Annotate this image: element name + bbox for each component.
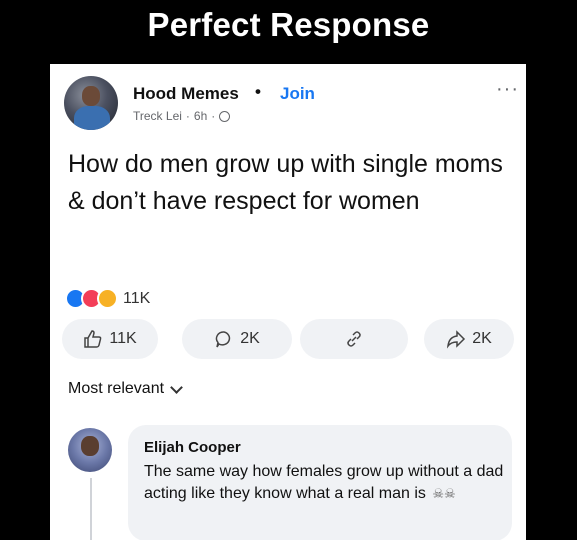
header-separator: • [255,82,261,101]
group-avatar[interactable] [64,76,118,130]
share-button[interactable]: 2K [424,319,514,359]
action-bar: 11K 2K 2K [62,319,514,359]
avatar-face [82,86,100,106]
comment-button[interactable]: 2K [182,319,292,359]
comment-bubble: Elijah Cooper The same way how females g… [128,425,512,540]
thread-line [90,478,92,540]
comment-sort-dropdown[interactable]: Most relevant [68,380,183,398]
comment-count: 2K [240,330,260,347]
commenter-avatar[interactable] [68,428,112,472]
thumbs-up-icon [84,330,102,348]
comment-text: The same way how females grow up without… [144,461,504,505]
chevron-down-icon [170,380,183,394]
meta-separator: · [185,109,190,123]
meme-title: Perfect Response [147,6,430,43]
post-time[interactable]: 6h [194,109,207,123]
link-icon [347,331,361,347]
avatar-shirt [74,106,110,130]
haha-reaction-icon [97,288,118,309]
comment-icon [215,331,231,348]
copy-link-button[interactable] [300,319,408,359]
share-count: 2K [472,330,492,347]
post-meta: Treck Lei · 6h · [133,109,231,123]
like-button[interactable]: 11K [62,319,158,359]
meta-separator: · [211,109,216,123]
author-name[interactable]: Treck Lei [133,109,182,123]
commenter-face [81,436,99,456]
globe-icon [219,110,231,122]
skull-emoji-icon: ☠☠ [432,486,456,501]
more-options-icon[interactable]: ··· [496,79,519,99]
group-name[interactable]: Hood Memes [133,84,239,104]
reaction-count: 11K [123,289,151,307]
reactions-summary[interactable]: 11K [65,288,150,309]
post-card: Hood Memes • Join Treck Lei · 6h · ··· H… [50,64,526,540]
post-text: How do men grow up with single moms & do… [68,150,503,215]
sort-label: Most relevant [68,380,165,397]
like-count: 11K [109,330,137,347]
share-icon [447,330,466,349]
join-button[interactable]: Join [280,84,315,104]
commenter-name[interactable]: Elijah Cooper [144,439,241,456]
